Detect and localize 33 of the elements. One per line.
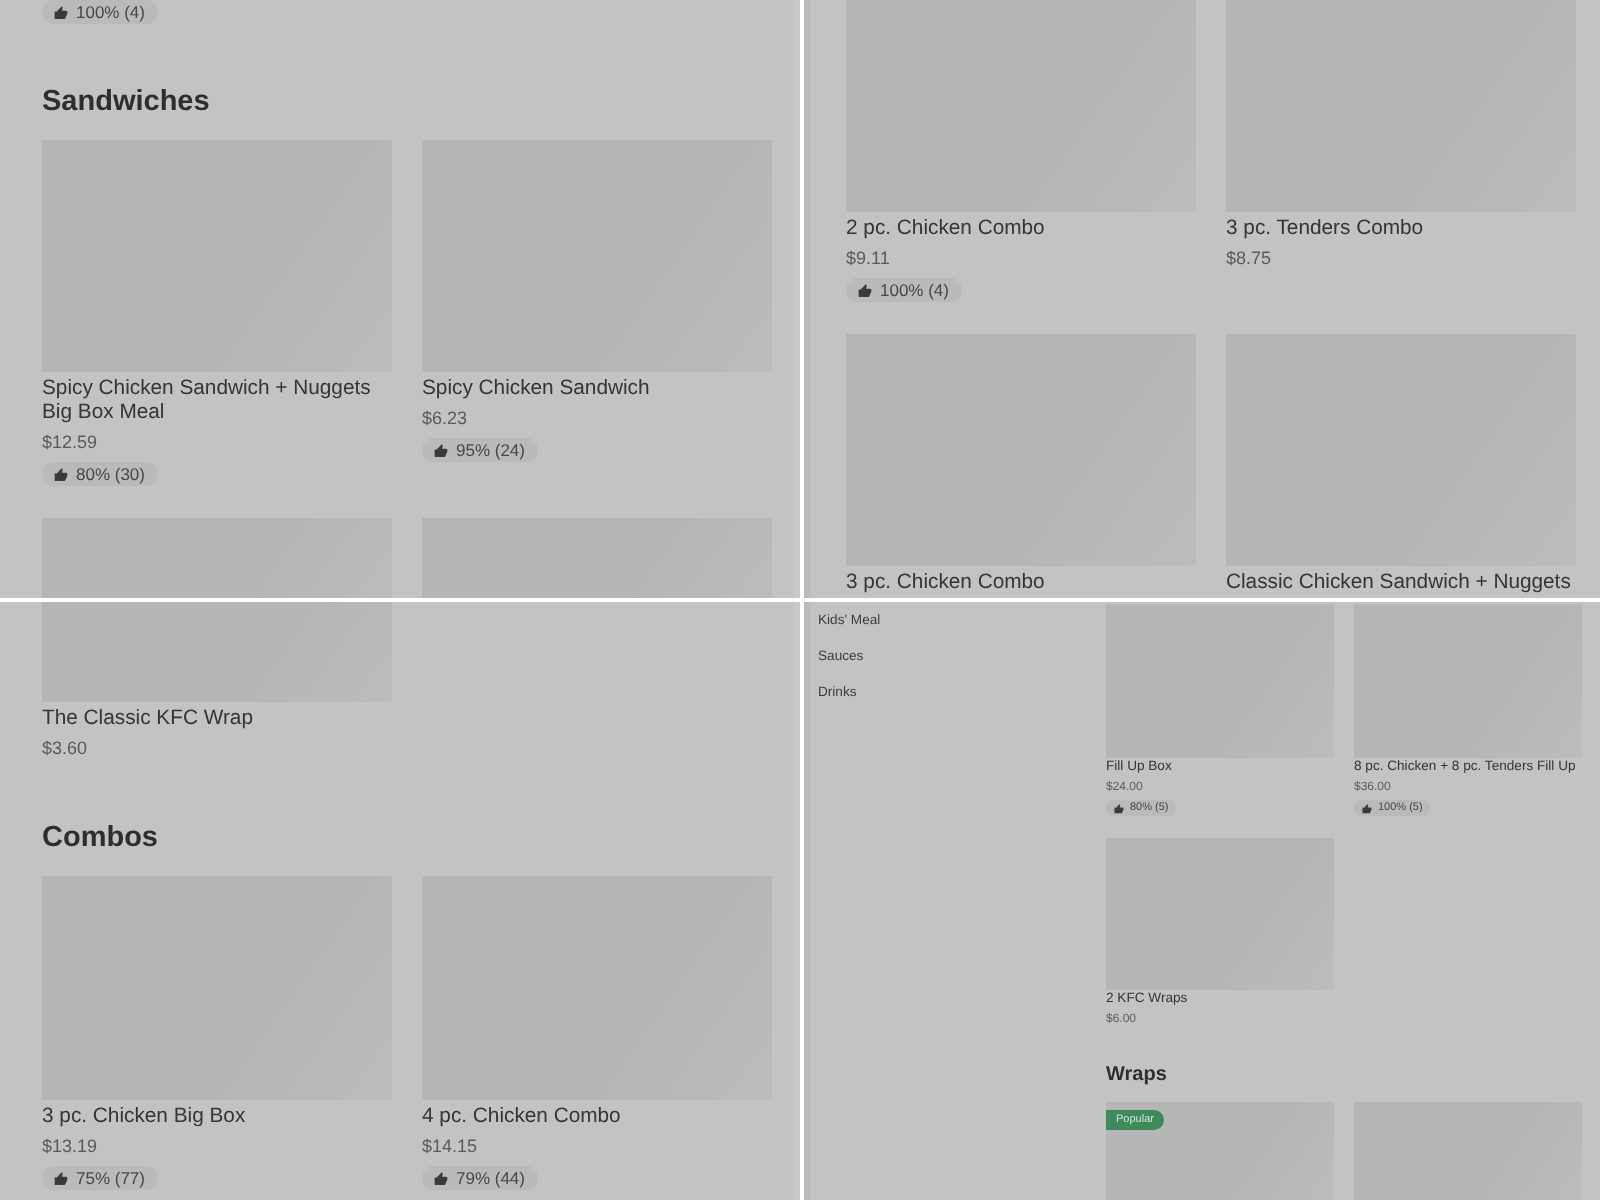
thumbs-up-icon: [434, 443, 448, 457]
item-price: $14.15: [422, 1134, 478, 1158]
item-price: $9.11: [846, 246, 890, 270]
thumbs-up-icon: [1114, 803, 1124, 813]
rating-text: 79% (44): [456, 1166, 525, 1190]
item-title: 3 pc. Chicken Big Box: [42, 1106, 246, 1130]
thumbs-up-icon: [54, 5, 68, 19]
item-title: 4 pc. Chicken Combo: [422, 1106, 621, 1130]
rating-text: 80% (30): [76, 462, 145, 486]
item-price: $6.23: [422, 406, 468, 430]
item-title: The Classic KFC Wrap: [42, 708, 253, 732]
item-title: 3 pc. Chicken Combo: [846, 572, 1045, 596]
rating-text: 100% (4): [880, 278, 949, 302]
item-title: Classic Chicken Sandwich + Nuggets: [1226, 572, 1571, 596]
item-title: 2 pc. Chicken Combo: [846, 218, 1045, 242]
item-price: $3.60: [42, 736, 88, 760]
rating-text: 95% (24): [456, 438, 525, 462]
thumbs-up-icon: [1362, 803, 1372, 813]
item-price: $12.59: [42, 430, 98, 454]
item-title: Spicy Chicken Sandwich: [422, 378, 650, 402]
section-heading: Sandwiches: [42, 84, 210, 120]
thumbs-up-icon: [858, 283, 872, 297]
thumbs-up-icon: [54, 1171, 68, 1185]
section-heading: Wraps: [1106, 1064, 1167, 1088]
section-heading: Combos: [42, 820, 158, 856]
thumbs-up-icon: [54, 467, 68, 481]
rating-text: 75% (77): [76, 1166, 145, 1190]
item-price: $8.75: [1226, 246, 1272, 270]
thumbs-up-icon: [434, 1171, 448, 1185]
item-price: $13.19: [42, 1134, 98, 1158]
item-title: 3 pc. Tenders Combo: [1226, 218, 1424, 242]
rating-text: 100% (4): [76, 0, 145, 24]
item-title: Spicy Chicken Sandwich + Nuggets Big Box Meal: [42, 378, 373, 426]
